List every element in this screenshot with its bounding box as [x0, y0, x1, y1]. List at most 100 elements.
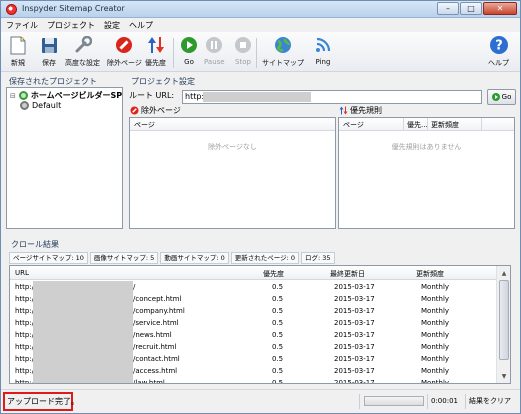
tree-item-project-1[interactable]: ⊟ ホームページビルダーSP: [10, 90, 122, 101]
priority-value: 0.5: [272, 295, 284, 303]
root-url-go-button[interactable]: Go: [487, 89, 516, 105]
project-gear-icon: [20, 101, 29, 110]
table-row[interactable]: http:///news.html 0.5 2015-03-17 Monthly: [10, 329, 497, 341]
menu-help[interactable]: ヘルプ: [129, 20, 153, 31]
crawl-results-table[interactable]: URL 優先度 最終更新日 更新頻度 http:///0.5 2015-03-17…: [9, 265, 511, 384]
sitemap-button[interactable]: サイトマップ: [262, 35, 304, 68]
priority-arrows-icon: [339, 106, 348, 115]
priority-rules-list[interactable]: ページ 優先... 更新頻度 優先規則はありません: [338, 117, 515, 229]
url-redaction: [33, 341, 133, 353]
col-frequency[interactable]: 更新頻度: [431, 120, 459, 130]
frequency-value: Monthly: [421, 283, 450, 291]
url-path: /law.html: [133, 379, 165, 384]
col-priority[interactable]: 優先度: [263, 269, 284, 279]
col-url[interactable]: URL: [15, 269, 29, 277]
scroll-thumb[interactable]: [499, 280, 509, 360]
stop-icon: [233, 35, 253, 55]
tree-item-default[interactable]: Default: [20, 101, 61, 110]
status-message: アップロード完了。: [3, 392, 79, 411]
url-redaction: [33, 317, 133, 329]
col-page[interactable]: ページ: [343, 120, 364, 130]
project-tree[interactable]: ⊟ ホームページビルダーSP Default: [6, 87, 123, 229]
table-row[interactable]: http:///service.html 0.5 2015-03-17 Monthly: [10, 317, 497, 329]
root-url-label: ルート URL:: [129, 91, 175, 100]
scroll-up-icon[interactable]: ▲: [498, 267, 510, 279]
priority-value: 0.5: [272, 307, 284, 315]
elapsed-time: 0:00:01: [431, 397, 458, 405]
priority-value: 0.5: [272, 319, 284, 327]
table-row[interactable]: http:///contact.html 0.5 2015-03-17 Monthly: [10, 353, 497, 365]
stop-button[interactable]: Stop: [233, 35, 253, 66]
toolbar: 新規 保存 高度な設定 除外ページ 優先度 Go Pause Stop サイトマ…: [1, 32, 520, 72]
col-priority[interactable]: 優先...: [407, 120, 428, 130]
lastmod-value: 2015-03-17: [334, 307, 375, 315]
frequency-value: Monthly: [421, 331, 450, 339]
lastmod-value: 2015-03-17: [334, 367, 375, 375]
menu-project[interactable]: プロジェクト: [47, 20, 95, 31]
crawl-results-heading: クロール結果: [11, 240, 59, 249]
url-path: /news.html: [133, 331, 172, 339]
table-header: URL 優先度 最終更新日 更新頻度: [10, 266, 497, 280]
table-row[interactable]: http:///law.html 0.5 2015-03-17 Monthly: [10, 377, 497, 384]
help-icon: ?: [489, 35, 509, 55]
tab-log[interactable]: ログ: 35: [300, 252, 335, 264]
url-path: /contact.html: [133, 355, 180, 363]
table-row[interactable]: http:///access.html 0.5 2015-03-17 Monthly: [10, 365, 497, 377]
maximize-button[interactable]: □: [460, 2, 482, 15]
close-button[interactable]: ✕: [483, 2, 517, 15]
new-button[interactable]: 新規: [8, 35, 28, 68]
tab-updated-pages[interactable]: 更新されたページ: 0: [230, 252, 299, 264]
priority-button[interactable]: 優先度: [145, 35, 166, 68]
go-button[interactable]: Go: [179, 35, 199, 66]
saved-projects-heading: 保存されたプロジェクト: [9, 77, 97, 86]
project-settings-heading: プロジェクト設定: [131, 77, 195, 86]
globe-icon: [273, 35, 293, 55]
clear-results-button[interactable]: 結果をクリア: [469, 396, 511, 406]
priority-value: 0.5: [272, 355, 284, 363]
help-button[interactable]: ? ヘルプ: [488, 35, 509, 68]
menu-settings[interactable]: 設定: [104, 20, 120, 31]
tab-page-sitemap[interactable]: ページサイトマップ: 10: [9, 252, 88, 264]
url-redaction: [203, 92, 311, 102]
lastmod-value: 2015-03-17: [334, 295, 375, 303]
lastmod-value: 2015-03-17: [334, 319, 375, 327]
url-redaction: [33, 329, 133, 341]
results-tabs: ページサイトマップ: 10 画像サイトマップ: 5 動画サイトマップ: 0 更新…: [9, 252, 337, 264]
title-bar: Inspyder Sitemap Creator – □ ✕: [1, 1, 520, 18]
menu-file[interactable]: ファイル: [6, 20, 38, 31]
tab-image-sitemap[interactable]: 画像サイトマップ: 5: [89, 252, 159, 264]
pause-button[interactable]: Pause: [204, 35, 225, 66]
excluded-empty-text: 除外ページなし: [208, 143, 257, 151]
col-frequency[interactable]: 更新頻度: [416, 269, 444, 279]
floppy-icon: [39, 35, 59, 55]
pause-icon: [204, 35, 224, 55]
minimize-button[interactable]: –: [437, 2, 459, 15]
tab-video-sitemap[interactable]: 動画サイトマップ: 0: [160, 252, 229, 264]
play-icon: [491, 93, 500, 101]
table-row[interactable]: http:///recruit.html 0.5 2015-03-17 Monthly: [10, 341, 497, 353]
exclude-pages-button[interactable]: 除外ページ: [107, 35, 142, 68]
advanced-settings-button[interactable]: 高度な設定: [65, 35, 100, 68]
table-row[interactable]: http:///company.html 0.5 2015-03-17 Monthly: [10, 305, 497, 317]
frequency-value: Monthly: [421, 379, 450, 384]
table-row[interactable]: http:///concept.html 0.5 2015-03-17 Monthly: [10, 293, 497, 305]
col-lastmod[interactable]: 最終更新日: [330, 269, 365, 279]
priority-value: 0.5: [272, 283, 284, 291]
lastmod-value: 2015-03-17: [334, 283, 375, 291]
scroll-down-icon[interactable]: ▼: [498, 370, 510, 382]
play-icon: [179, 35, 199, 55]
table-row[interactable]: http:///0.5 2015-03-17 Monthly: [10, 281, 497, 293]
lastmod-value: 2015-03-17: [334, 355, 375, 363]
url-redaction: [33, 353, 133, 365]
no-entry-icon: [130, 106, 139, 115]
save-button[interactable]: 保存: [39, 35, 59, 68]
app-icon: [6, 4, 17, 15]
svg-text:?: ?: [495, 39, 503, 54]
excluded-pages-list[interactable]: ページ 除外ページなし: [129, 117, 336, 229]
ping-button[interactable]: Ping: [313, 35, 333, 66]
url-redaction: [33, 377, 133, 383]
vertical-scrollbar[interactable]: ▲ ▼: [496, 266, 510, 383]
tree-collapse-icon[interactable]: ⊟: [10, 92, 16, 100]
col-page[interactable]: ページ: [134, 120, 155, 130]
url-redaction: [33, 365, 133, 377]
